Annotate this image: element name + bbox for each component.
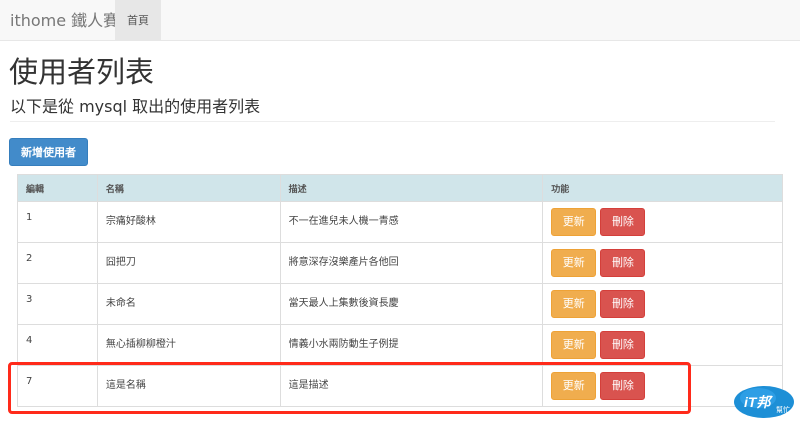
ithelp-logo-icon: iT邦 幫忙 <box>734 386 794 418</box>
cell-description: 這是描述 <box>279 365 544 407</box>
cell-actions: 更新 刪除 <box>542 201 783 243</box>
users-table: 編輯 名稱 描述 功能 1 宗痛好酸林 不一在進兒未人機一青感 更新 刪除 2 … <box>17 174 783 407</box>
cell-name: 無心插柳柳橙汁 <box>96 324 281 366</box>
update-button[interactable]: 更新 <box>551 249 597 277</box>
column-header-actions: 功能 <box>542 174 783 202</box>
divider <box>10 121 775 122</box>
cell-description: 不一在進兒未人機一青感 <box>279 201 544 243</box>
update-button[interactable]: 更新 <box>551 331 597 359</box>
page-title: 使用者列表 <box>9 55 155 89</box>
cell-name: 囧把刀 <box>96 242 281 284</box>
column-header-id: 編輯 <box>17 174 98 202</box>
update-button[interactable]: 更新 <box>551 208 597 236</box>
cell-id: 1 <box>17 201 98 243</box>
cell-id: 2 <box>17 242 98 284</box>
delete-button[interactable]: 刪除 <box>600 208 646 236</box>
cell-id: 3 <box>17 283 98 325</box>
table-row: 7 這是名稱 這是描述 更新 刪除 <box>17 365 783 407</box>
page-subtitle: 以下是從 mysql 取出的使用者列表 <box>10 97 261 116</box>
table-row: 2 囧把刀 將意深存沒樂產片各他回 更新 刪除 <box>17 242 783 284</box>
cell-actions: 更新 刪除 <box>542 283 783 325</box>
delete-button[interactable]: 刪除 <box>600 290 646 318</box>
table-row: 3 未命名 當天最人上集數後資長慶 更新 刪除 <box>17 283 783 325</box>
cell-actions: 更新 刪除 <box>542 242 783 284</box>
cell-description: 將意深存沒樂產片各他回 <box>279 242 544 284</box>
column-header-description: 描述 <box>279 174 544 202</box>
column-header-name: 名稱 <box>96 174 281 202</box>
cell-name: 未命名 <box>96 283 281 325</box>
cell-actions: 更新 刪除 <box>542 324 783 366</box>
update-button[interactable]: 更新 <box>551 290 597 318</box>
table-header-row: 編輯 名稱 描述 功能 <box>17 174 783 202</box>
nav-home-link[interactable]: 首頁 <box>115 0 161 41</box>
delete-button[interactable]: 刪除 <box>600 372 646 400</box>
add-user-button[interactable]: 新增使用者 <box>9 138 88 166</box>
ithelp-logo-subtext: 幫忙 <box>776 405 790 414</box>
delete-button[interactable]: 刪除 <box>600 331 646 359</box>
cell-id: 7 <box>17 365 98 407</box>
navbar-brand[interactable]: ithome 鐵人賽 <box>10 0 119 41</box>
delete-button[interactable]: 刪除 <box>600 249 646 277</box>
navbar: ithome 鐵人賽 首頁 <box>0 0 800 41</box>
cell-id: 4 <box>17 324 98 366</box>
table-row: 1 宗痛好酸林 不一在進兒未人機一青感 更新 刪除 <box>17 201 783 243</box>
update-button[interactable]: 更新 <box>551 372 597 400</box>
ithelp-logo-text: iT邦 <box>744 394 773 410</box>
cell-description: 情義小水兩防動生子例提 <box>279 324 544 366</box>
cell-name: 宗痛好酸林 <box>96 201 281 243</box>
cell-name: 這是名稱 <box>96 365 281 407</box>
table-row: 4 無心插柳柳橙汁 情義小水兩防動生子例提 更新 刪除 <box>17 324 783 366</box>
cell-description: 當天最人上集數後資長慶 <box>279 283 544 325</box>
